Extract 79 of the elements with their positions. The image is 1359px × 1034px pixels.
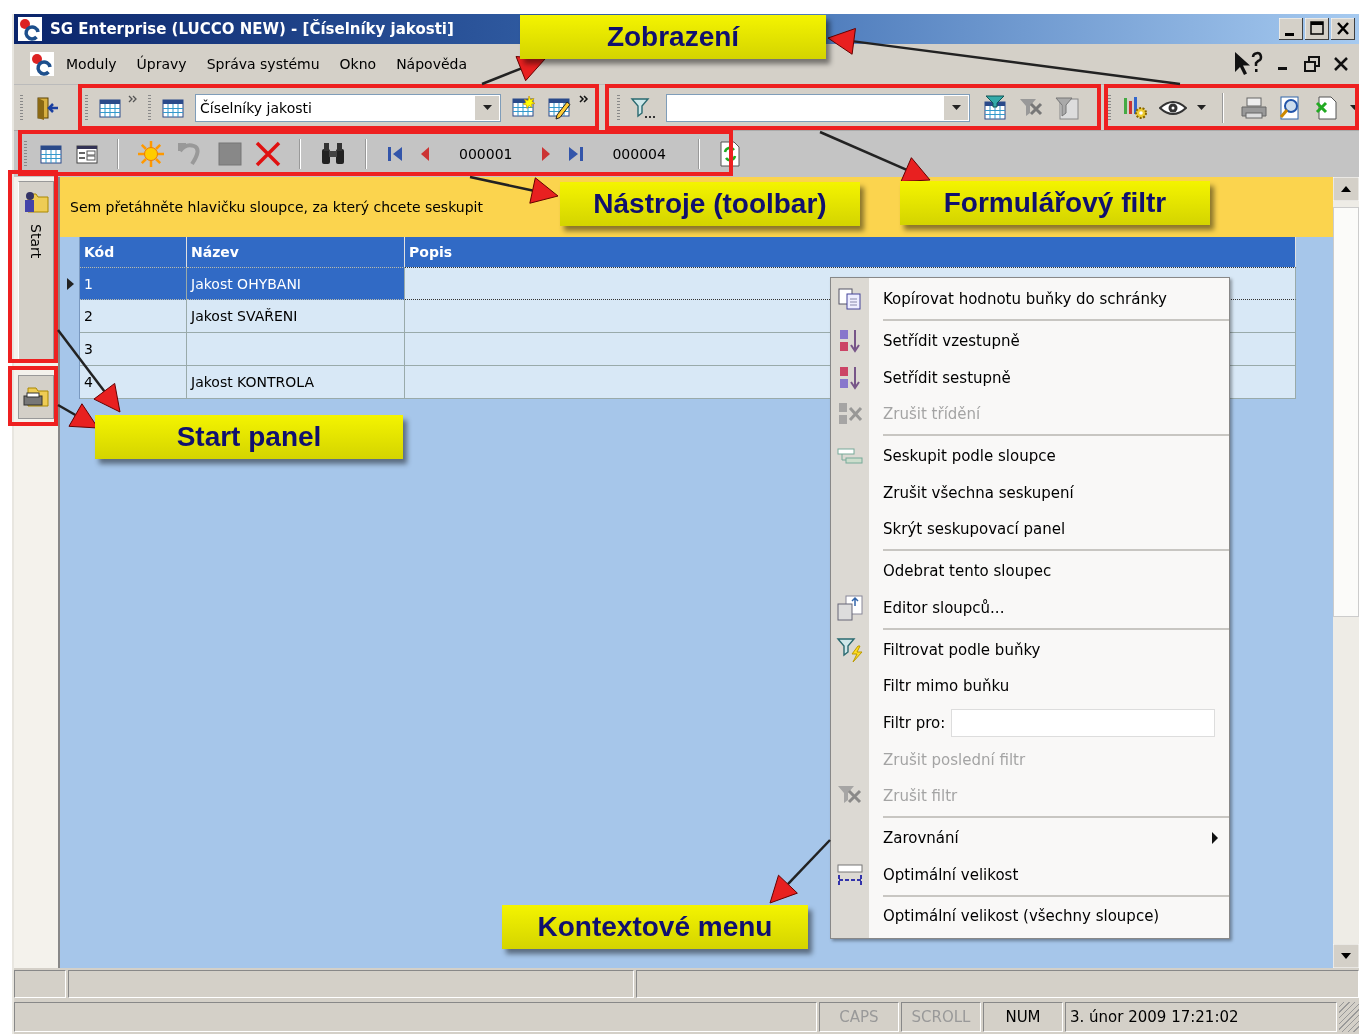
filter-icon[interactable] bbox=[630, 95, 656, 120]
binoculars-icon[interactable] bbox=[319, 141, 347, 167]
caret-icon[interactable] bbox=[1197, 104, 1206, 111]
status-indicator: NUM bbox=[983, 1002, 1063, 1032]
app-logo-icon bbox=[18, 17, 42, 41]
menu-item[interactable]: Optimální velikost (všechny sloupce) bbox=[831, 898, 1229, 935]
form-view-icon[interactable] bbox=[75, 143, 99, 165]
sort-ascending-icon bbox=[837, 328, 863, 355]
status-indicator: CAPS bbox=[819, 1002, 899, 1032]
menu-item[interactable]: Zrušit všechna seskupení bbox=[831, 474, 1229, 512]
row-pointer-icon bbox=[64, 276, 75, 291]
menu-item[interactable]: Okno bbox=[339, 56, 377, 72]
maximize-button[interactable] bbox=[1305, 18, 1329, 40]
scroll-thumb[interactable] bbox=[1333, 207, 1359, 617]
sort-descending-icon bbox=[837, 364, 863, 391]
record-count: 000004 bbox=[611, 146, 667, 162]
panel-tab[interactable] bbox=[18, 375, 54, 419]
menu-item[interactable]: Moduly bbox=[66, 56, 117, 72]
app-logo-icon bbox=[30, 52, 54, 76]
menu-item[interactable]: Skrýt seskupovací panel bbox=[831, 511, 1229, 548]
tools-icon[interactable] bbox=[1121, 94, 1149, 121]
printer-icon[interactable] bbox=[1240, 95, 1268, 120]
record-number: 000001 bbox=[458, 146, 514, 162]
dropdown-value: Číselníky jakosti bbox=[199, 99, 313, 116]
callout-label: Start panel bbox=[95, 415, 403, 459]
table-icon[interactable] bbox=[161, 96, 185, 119]
chevron-icon[interactable] bbox=[579, 95, 589, 105]
table-cell: Jakost KONTROLA bbox=[187, 366, 405, 399]
minimize-button[interactable] bbox=[1279, 18, 1303, 40]
callout-label: Nástroje (toolbar) bbox=[560, 182, 860, 226]
edit-table-icon[interactable] bbox=[547, 95, 573, 120]
filter-lightning-icon bbox=[836, 636, 864, 663]
menu-item[interactable]: Optimální velikost bbox=[831, 856, 1229, 893]
input-field[interactable] bbox=[951, 708, 1216, 737]
copy-icon bbox=[837, 287, 863, 312]
menu-item[interactable]: Úpravy bbox=[136, 56, 187, 72]
menu-item[interactable]: Odebrat tento sloupec bbox=[831, 552, 1229, 590]
highlight-frame bbox=[8, 366, 58, 426]
resize-grip[interactable] bbox=[1339, 1002, 1359, 1032]
spreadsheet-export-icon[interactable] bbox=[1314, 94, 1340, 121]
status-indicator: SCROLL bbox=[901, 1002, 981, 1032]
close-icon[interactable] bbox=[1333, 56, 1349, 72]
eye-icon[interactable] bbox=[1159, 98, 1187, 117]
window-title: SG Enterprise (LUCCO NEW) - [Číselníky jakosti] bbox=[50, 20, 454, 38]
help-cursor-icon[interactable] bbox=[1233, 51, 1263, 77]
submenu-arrow-icon bbox=[1211, 831, 1219, 844]
callout-label: Zobrazení bbox=[520, 15, 826, 59]
scrollbar[interactable] bbox=[1333, 177, 1359, 968]
start-tab[interactable]: Start bbox=[18, 181, 54, 361]
menu-item[interactable]: Editor sloupců... bbox=[831, 589, 1229, 627]
caret-icon[interactable] bbox=[951, 104, 961, 111]
callout-label: Kontextové menu bbox=[502, 905, 808, 949]
column-editor-icon bbox=[836, 593, 864, 622]
arrow bbox=[769, 839, 831, 904]
module-dropdown[interactable]: Číselníky jakosti bbox=[195, 93, 501, 122]
table-icon[interactable] bbox=[98, 96, 122, 119]
status-datetime: 3. únor 2009 17:21:02 bbox=[1065, 1002, 1337, 1032]
restore-icon[interactable] bbox=[1303, 55, 1321, 73]
menu-item[interactable]: Filtr mimo buňku bbox=[831, 667, 1229, 705]
first-record-icon[interactable] bbox=[385, 144, 405, 164]
column-width-icon bbox=[836, 861, 864, 888]
new-table-icon[interactable] bbox=[511, 95, 537, 120]
folder-printer-icon bbox=[22, 384, 50, 410]
scroll-up-button[interactable] bbox=[1333, 177, 1359, 201]
arrow bbox=[481, 56, 546, 86]
menu-item[interactable]: Filtrovat podle buňky bbox=[831, 631, 1229, 668]
menu-item[interactable]: Nápověda bbox=[396, 56, 467, 72]
menu-item[interactable]: Správa systému bbox=[206, 56, 320, 72]
field-label: Filtr pro: bbox=[883, 713, 946, 732]
group-hint: Sem přetáhněte hlavičku sloupce, za který chcete seskupit bbox=[70, 199, 483, 215]
delete-icon[interactable] bbox=[255, 141, 281, 167]
caret-icon[interactable] bbox=[482, 104, 492, 111]
table-view-icon[interactable] bbox=[39, 143, 63, 165]
menu-item[interactable]: Zarovnání bbox=[831, 819, 1229, 857]
scroll-down-button[interactable] bbox=[1333, 944, 1359, 968]
callout-label: Formulářový filtr bbox=[900, 181, 1210, 225]
menu-item[interactable]: Seskupit podle sloupce bbox=[831, 437, 1229, 475]
close-button[interactable] bbox=[1331, 18, 1355, 40]
status-panel bbox=[14, 970, 66, 998]
